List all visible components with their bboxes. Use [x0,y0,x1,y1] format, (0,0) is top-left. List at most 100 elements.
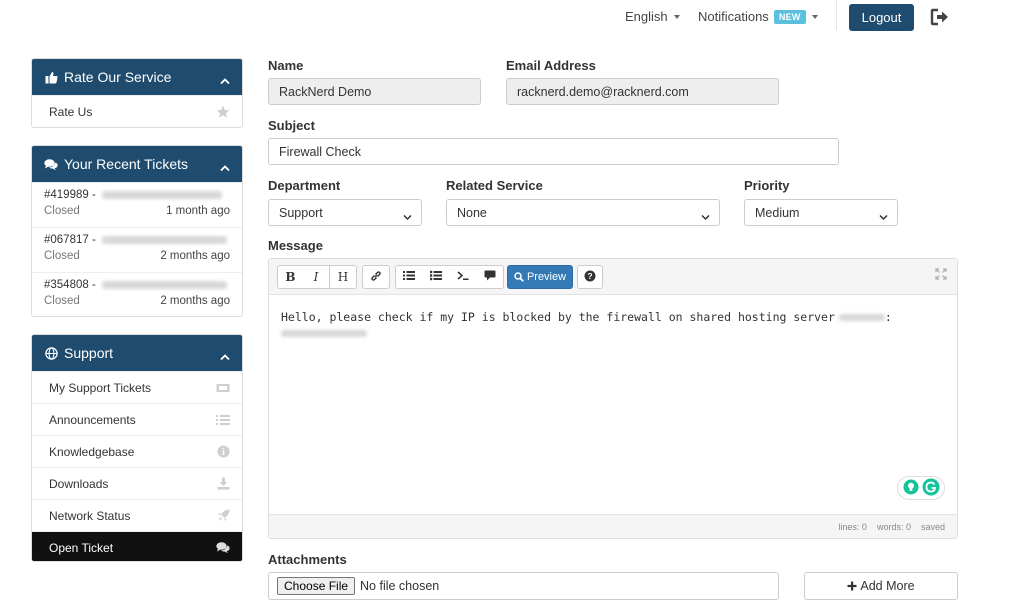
ticket-row[interactable]: #067817 - Closed 2 months ago [32,227,242,272]
link-icon [370,270,382,285]
notifications-dropdown[interactable]: Notifications NEW [698,9,818,24]
grammarly-icon[interactable] [922,478,940,499]
sidebar-item-announcements[interactable]: Announcements [32,403,242,435]
sidebar-item-network-status[interactable]: Network Status [32,499,242,531]
heading-button[interactable]: H [330,265,357,289]
fullscreen-icon[interactable] [935,268,947,280]
words-count: words: 0 [876,521,911,532]
logout-button[interactable]: Logout [849,4,914,31]
message-colon: : [884,310,892,324]
help-button[interactable]: ? [577,265,603,289]
list-ol-icon [429,270,442,284]
department-label: Department [268,178,341,193]
chevron-up-icon[interactable] [220,159,230,172]
sidebar-item-rate-us[interactable]: Rate Us [32,95,242,127]
recent-tickets-title: Your Recent Tickets [64,156,188,172]
message-textarea[interactable]: Hello, please check if my IP is blocked … [281,309,941,341]
support-panel-header[interactable]: Support [32,335,242,371]
language-label: English [625,9,668,24]
sign-out-icon[interactable] [930,8,950,26]
recent-tickets-header[interactable]: Your Recent Tickets [32,146,242,182]
email-label: Email Address [506,58,596,73]
question-circle-icon: ? [584,270,596,285]
ordered-list-button[interactable] [422,265,450,289]
code-button[interactable] [449,265,477,289]
redacted-subject [101,281,227,289]
comment-icon [484,270,496,284]
name-label: Name [268,58,304,73]
add-more-button[interactable]: Add More [804,572,958,600]
info-icon [216,445,230,459]
ticket-status: Closed [44,205,80,217]
chevron-down-icon [701,210,710,221]
lines-count: lines: 0 [838,521,867,532]
ticket-row[interactable]: #354808 - Closed 2 months ago [32,272,242,316]
priority-select[interactable]: Medium [744,199,898,226]
recent-tickets-panel: Your Recent Tickets #419989 - Closed 1 mo… [31,145,243,317]
department-value: Support [279,205,323,220]
related-service-select[interactable]: None [446,199,720,226]
unordered-list-button[interactable] [395,265,423,289]
ticket-id: #354808 - [44,279,96,291]
rate-panel-header[interactable]: Rate Our Service [32,59,242,95]
preview-label: Preview [526,271,567,283]
ticket-id: #067817 - [44,234,96,246]
department-select[interactable]: Support [268,199,422,226]
redacted-subject [101,236,227,244]
autosave-status: saved [920,521,945,532]
caret-down-icon [811,14,818,19]
choose-file-button[interactable]: Choose File [277,577,356,595]
link-button[interactable] [362,265,390,289]
italic-button[interactable]: I [303,265,330,289]
subject-input[interactable]: Firewall Check [268,138,839,165]
rate-panel-title: Rate Our Service [64,69,172,85]
editor-toolbar: B I H Preview ? [269,259,957,295]
new-badge: NEW [773,9,806,24]
subject-value: Firewall Check [279,144,361,159]
sidebar-item-open-ticket[interactable]: Open Ticket [32,531,242,561]
search-icon [514,272,524,282]
ticket-time: 1 month ago [166,205,230,217]
message-text: Hello, please check if my IP is blocked … [281,310,835,324]
name-field[interactable]: RackNerd Demo [268,78,481,105]
sidebar-item-label: Open Ticket [49,540,114,555]
editor-statusbar: lines: 0 words: 0 saved [269,514,957,538]
redacted-hostname [838,314,885,321]
ticket-id: #419989 - [44,189,96,201]
sidebar-item-label: Knowledgebase [49,444,135,459]
sidebar-item-my-support-tickets[interactable]: My Support Tickets [32,371,242,403]
quote-button[interactable] [476,265,504,289]
chevron-up-icon[interactable] [220,72,230,85]
top-bar: English Notifications NEW Logout [0,0,1024,40]
list-icon [216,413,230,427]
attachments-label: Attachments [268,552,347,567]
email-field[interactable]: racknerd.demo@racknerd.com [506,78,779,105]
notifications-label: Notifications [698,9,769,24]
download-icon [216,477,230,491]
sidebar-item-knowledgebase[interactable]: Knowledgebase [32,435,242,467]
language-dropdown[interactable]: English [625,9,680,24]
globe-icon [44,346,58,360]
bold-button[interactable]: B [277,265,304,289]
redacted-subject [101,191,222,199]
grammarly-widget[interactable] [897,476,945,500]
sidebar-item-label: Network Status [49,508,131,523]
topbar-divider [836,0,837,30]
rocket-icon [216,509,230,523]
sidebar-item-downloads[interactable]: Downloads [32,467,242,499]
redacted-ip [281,330,367,337]
priority-value: Medium [755,205,800,220]
chevron-down-icon [403,210,412,221]
attachment-file-input[interactable]: Choose File No file chosen [268,572,779,600]
message-label: Message [268,238,323,253]
chevron-up-icon[interactable] [220,348,230,361]
terminal-icon [457,270,469,284]
message-editor[interactable]: B I H Preview ? Hello, please check if m [268,258,958,539]
thumbs-up-icon [44,70,58,84]
support-panel: Support My Support Tickets Announcements… [31,334,243,562]
comments-icon [216,541,230,555]
preview-button[interactable]: Preview [507,265,573,289]
caret-down-icon [673,14,680,19]
ticket-row[interactable]: #419989 - Closed 1 month ago [32,182,242,227]
lightbulb-icon[interactable] [903,479,919,498]
